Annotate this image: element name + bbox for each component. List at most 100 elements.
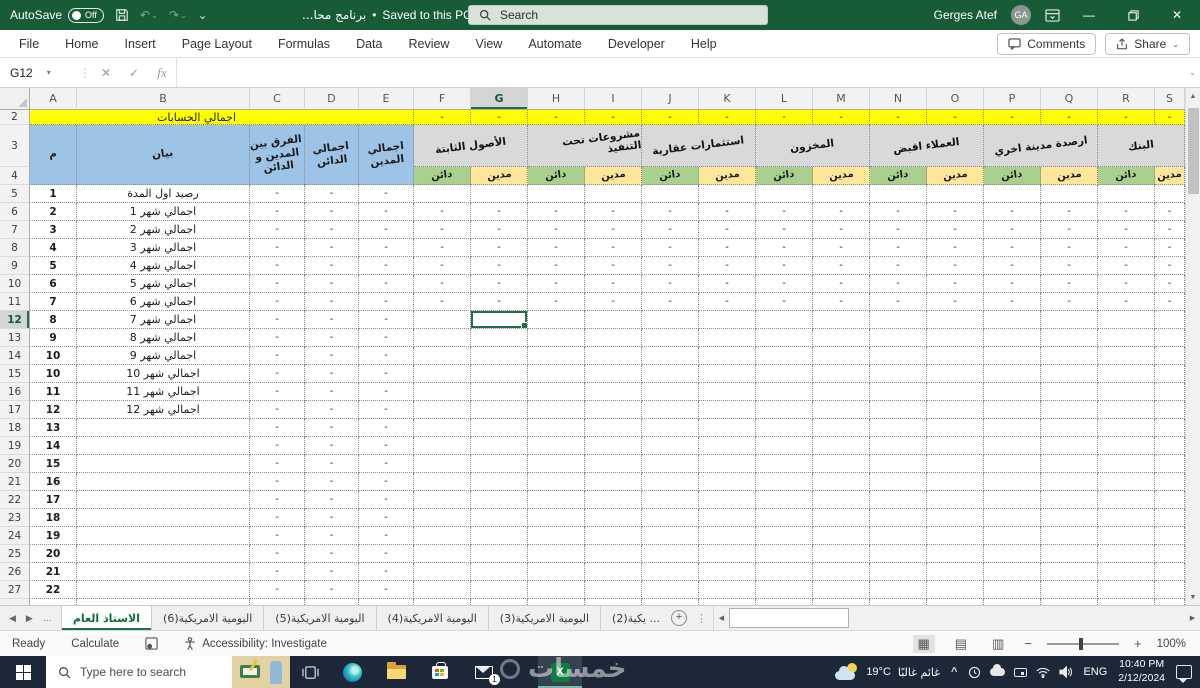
search-highlight-illustration[interactable] [232, 656, 290, 688]
cell-N20[interactable] [870, 455, 927, 473]
cell-A6[interactable]: 2 [30, 203, 77, 221]
cell-M5[interactable] [813, 185, 870, 203]
cell-A13[interactable]: 9 [30, 329, 77, 347]
cell-N16[interactable] [870, 383, 927, 401]
confirm-entry-icon[interactable]: ✓ [120, 58, 148, 87]
totals-cell-F2[interactable]: - [414, 110, 471, 125]
sheet-tab[interactable]: ... يكية(2) [601, 606, 662, 630]
cell-L14[interactable] [756, 347, 813, 365]
cell-H27[interactable] [528, 581, 585, 599]
cell-H5[interactable] [528, 185, 585, 203]
cell-G20[interactable] [471, 455, 528, 473]
cell-M19[interactable] [813, 437, 870, 455]
cell-L10[interactable]: - [756, 275, 813, 293]
cell-K10[interactable]: - [699, 275, 756, 293]
macro-record-icon[interactable] [145, 637, 158, 650]
cell-B14[interactable]: اجمالي شهر 9 [77, 347, 250, 365]
cell-E19[interactable]: - [359, 437, 414, 455]
cell-I10[interactable]: - [585, 275, 642, 293]
cell-S23[interactable] [1155, 509, 1185, 527]
cell-F20[interactable] [414, 455, 471, 473]
cell-L25[interactable] [756, 545, 813, 563]
cell-B7[interactable]: اجمالي شهر 2 [77, 221, 250, 239]
cell-K27[interactable] [699, 581, 756, 599]
cell-C5[interactable]: - [250, 185, 305, 203]
cell-E11[interactable]: - [359, 293, 414, 311]
cell-I20[interactable] [585, 455, 642, 473]
cell-L19[interactable] [756, 437, 813, 455]
accessibility-status[interactable]: Accessibility: Investigate [184, 637, 327, 650]
cell-G18[interactable] [471, 419, 528, 437]
cell-L21[interactable] [756, 473, 813, 491]
cell-J15[interactable] [642, 365, 699, 383]
cell-S18[interactable] [1155, 419, 1185, 437]
cell-G9[interactable]: - [471, 257, 528, 275]
credit-header[interactable]: دائن [642, 167, 699, 185]
cell-J6[interactable]: - [642, 203, 699, 221]
wifi-tray-icon[interactable] [1036, 667, 1050, 678]
totals-cell-I2[interactable]: - [585, 110, 642, 125]
cell-I9[interactable]: - [585, 257, 642, 275]
cell-H9[interactable]: - [528, 257, 585, 275]
cell-I14[interactable] [585, 347, 642, 365]
cell-P25[interactable] [984, 545, 1041, 563]
cell-M25[interactable] [813, 545, 870, 563]
cell-S6[interactable]: - [1155, 203, 1185, 221]
formula-input[interactable] [176, 58, 1185, 87]
cell-G26[interactable] [471, 563, 528, 581]
cell-L24[interactable] [756, 527, 813, 545]
cell-C27[interactable]: - [250, 581, 305, 599]
cell-F15[interactable] [414, 365, 471, 383]
cell-M8[interactable]: - [813, 239, 870, 257]
row-header-18[interactable]: 18 [0, 419, 30, 437]
cell-D6[interactable]: - [305, 203, 359, 221]
cell-C13[interactable]: - [250, 329, 305, 347]
credit-header[interactable]: دائن [528, 167, 585, 185]
customize-qat-icon[interactable]: ⌄ [198, 8, 208, 22]
column-header-P[interactable]: P [984, 88, 1041, 110]
cell-I5[interactable] [585, 185, 642, 203]
cell-O10[interactable]: - [927, 275, 984, 293]
cell-O18[interactable] [927, 419, 984, 437]
row-header-6[interactable]: 6 [0, 203, 30, 221]
cell-K12[interactable] [699, 311, 756, 329]
column-header-Q[interactable]: Q [1041, 88, 1098, 110]
taskbar-clock[interactable]: 10:40 PM 2/12/2024 [1118, 658, 1165, 685]
cell-F10[interactable]: - [414, 275, 471, 293]
column-header-N[interactable]: N [870, 88, 927, 110]
row-header-16[interactable]: 16 [0, 383, 30, 401]
cell-D26[interactable]: - [305, 563, 359, 581]
cell-E26[interactable]: - [359, 563, 414, 581]
cell-D24[interactable]: - [305, 527, 359, 545]
cell-C7[interactable]: - [250, 221, 305, 239]
cell-P20[interactable] [984, 455, 1041, 473]
cell-M21[interactable] [813, 473, 870, 491]
cell-Q11[interactable]: - [1041, 293, 1098, 311]
cell-G23[interactable] [471, 509, 528, 527]
cell-K13[interactable] [699, 329, 756, 347]
row-header-22[interactable]: 22 [0, 491, 30, 509]
scroll-left-icon[interactable]: ◀ [714, 606, 729, 630]
debit-header[interactable]: مدين [585, 167, 642, 185]
column-header-A[interactable]: A [30, 88, 77, 110]
column-header-S[interactable]: S [1155, 88, 1185, 110]
cell-A9[interactable]: 5 [30, 257, 77, 275]
cell-B18[interactable] [77, 419, 250, 437]
cell-K18[interactable] [699, 419, 756, 437]
cell-A26[interactable]: 21 [30, 563, 77, 581]
insert-function-icon[interactable]: fx [148, 58, 176, 87]
cell-R18[interactable] [1098, 419, 1155, 437]
cell-G12[interactable] [471, 311, 528, 329]
cell-O6[interactable]: - [927, 203, 984, 221]
cell-G15[interactable] [471, 365, 528, 383]
cell-K14[interactable] [699, 347, 756, 365]
cell-R19[interactable] [1098, 437, 1155, 455]
row-header-7[interactable]: 7 [0, 221, 30, 239]
cell-L22[interactable] [756, 491, 813, 509]
cell-C19[interactable]: - [250, 437, 305, 455]
column-header-R[interactable]: R [1098, 88, 1155, 110]
cell-E22[interactable]: - [359, 491, 414, 509]
cell-B6[interactable]: اجمالي شهر 1 [77, 203, 250, 221]
more-sheets-icon[interactable]: … [43, 613, 52, 623]
language-indicator[interactable]: ENG [1083, 666, 1107, 678]
